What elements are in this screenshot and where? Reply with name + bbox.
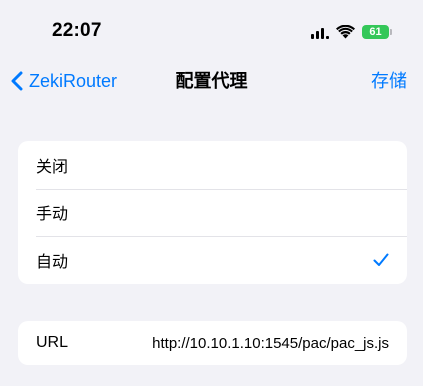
checkmark-icon	[373, 253, 389, 266]
status-icons: 61	[311, 22, 392, 42]
battery-icon: 61	[362, 25, 392, 39]
back-button[interactable]: ZekiRouter	[10, 68, 117, 94]
url-label: URL	[36, 334, 69, 351]
proxy-option-off[interactable]: 关闭	[18, 141, 407, 189]
option-label: 自动	[36, 253, 69, 271]
save-button[interactable]: 存储	[371, 68, 407, 94]
url-row[interactable]: URL http://10.10.1.10:1545/pac/pac_js.js	[18, 321, 407, 365]
battery-level: 61	[369, 26, 382, 38]
signal-icon	[311, 25, 329, 39]
proxy-option-auto[interactable]: 自动	[18, 236, 407, 284]
url-field[interactable]: http://10.10.1.10:1545/pac/pac_js.js	[152, 335, 389, 352]
wifi-icon	[336, 25, 355, 39]
chevron-left-icon	[11, 71, 23, 91]
back-button-label: ZekiRouter	[29, 70, 118, 91]
status-bar: 22:07 61	[0, 0, 423, 64]
status-time: 22:07	[52, 20, 102, 41]
option-label: 手动	[36, 206, 69, 224]
navigation-bar: 配置代理 ZekiRouter 存储	[0, 64, 423, 98]
url-group: URL http://10.10.1.10:1545/pac/pac_js.js	[18, 321, 407, 365]
proxy-options-group: 关闭 手动 自动	[18, 141, 407, 284]
option-label: 关闭	[36, 158, 69, 176]
proxy-option-manual[interactable]: 手动	[18, 188, 407, 237]
